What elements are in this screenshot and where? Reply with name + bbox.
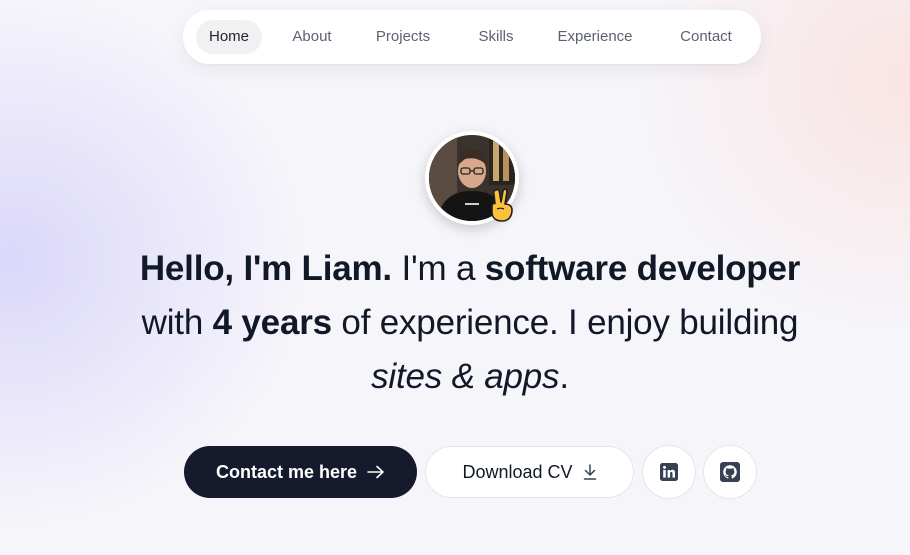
download-cv-button[interactable]: Download CV [425, 446, 634, 498]
headline-text: of experience. I enjoy building [331, 303, 799, 342]
profile-avatar [425, 131, 519, 225]
github-button[interactable] [703, 445, 757, 499]
nav-skills[interactable]: Skills [468, 20, 524, 54]
linkedin-button[interactable] [642, 445, 696, 499]
headline-greeting: Hello, I'm Liam. [139, 249, 392, 288]
headline-focus: sites & apps [371, 357, 560, 396]
top-navigation: Home About Projects Skills Experience Co… [183, 10, 761, 64]
github-icon [720, 462, 740, 482]
headline-years: 4 years [212, 303, 332, 342]
headline-role: software developer [484, 249, 801, 288]
nav-home[interactable]: Home [196, 20, 262, 54]
hero-headline: Hello, I'm Liam. I'm a software develope… [70, 242, 870, 404]
contact-me-button[interactable]: Contact me here [184, 446, 417, 498]
victory-hand-emoji-icon [491, 188, 513, 222]
nav-projects[interactable]: Projects [368, 20, 438, 54]
contact-button-label: Contact me here [215, 461, 358, 482]
linkedin-icon [660, 463, 678, 481]
headline-end: . [559, 357, 569, 396]
arrow-right-icon [367, 465, 384, 479]
headline-text: I'm a [391, 249, 485, 288]
download-icon [583, 464, 596, 480]
headline-text: with [141, 303, 213, 342]
download-button-label: Download CV [462, 461, 573, 482]
nav-about[interactable]: About [282, 20, 342, 54]
nav-contact[interactable]: Contact [668, 20, 744, 54]
nav-experience[interactable]: Experience [548, 20, 642, 54]
